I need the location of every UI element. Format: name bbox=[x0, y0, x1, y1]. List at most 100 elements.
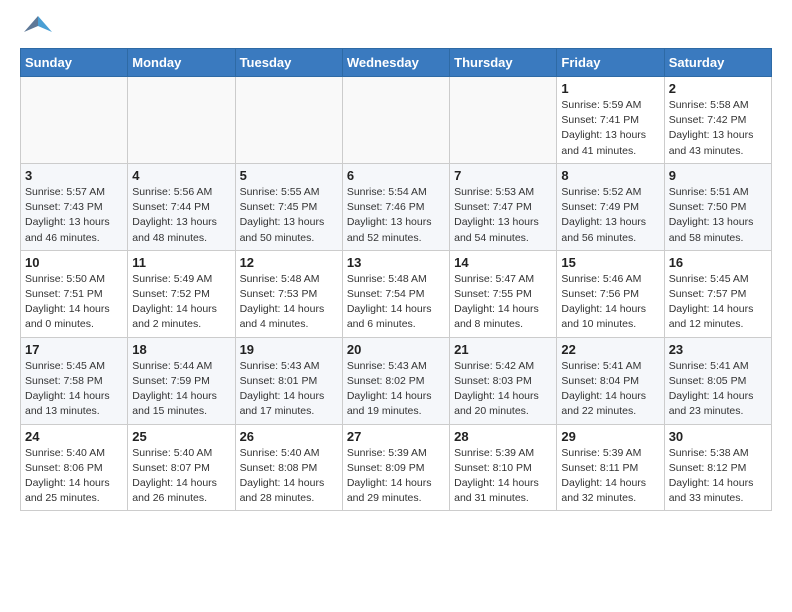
calendar-cell: 28 Sunrise: 5:39 AM Sunset: 8:10 PM Dayli… bbox=[450, 424, 557, 511]
day-number: 12 bbox=[240, 255, 338, 270]
day-number: 5 bbox=[240, 168, 338, 183]
weekday-header-saturday: Saturday bbox=[664, 49, 771, 77]
calendar-table: SundayMondayTuesdayWednesdayThursdayFrid… bbox=[20, 48, 772, 511]
week-row-5: 24 Sunrise: 5:40 AM Sunset: 8:06 PM Dayli… bbox=[21, 424, 772, 511]
day-number: 26 bbox=[240, 429, 338, 444]
logo bbox=[20, 20, 52, 40]
calendar-cell: 13 Sunrise: 5:48 AM Sunset: 7:54 PM Dayli… bbox=[342, 250, 449, 337]
day-number: 21 bbox=[454, 342, 552, 357]
day-number: 25 bbox=[132, 429, 230, 444]
day-number: 11 bbox=[132, 255, 230, 270]
calendar-cell: 10 Sunrise: 5:50 AM Sunset: 7:51 PM Dayli… bbox=[21, 250, 128, 337]
calendar-cell: 9 Sunrise: 5:51 AM Sunset: 7:50 PM Daylig… bbox=[664, 163, 771, 250]
day-number: 18 bbox=[132, 342, 230, 357]
cell-info: Sunrise: 5:44 AM Sunset: 7:59 PM Dayligh… bbox=[132, 359, 230, 420]
day-number: 4 bbox=[132, 168, 230, 183]
cell-info: Sunrise: 5:50 AM Sunset: 7:51 PM Dayligh… bbox=[25, 272, 123, 333]
cell-info: Sunrise: 5:58 AM Sunset: 7:42 PM Dayligh… bbox=[669, 98, 767, 159]
week-row-3: 10 Sunrise: 5:50 AM Sunset: 7:51 PM Dayli… bbox=[21, 250, 772, 337]
day-number: 27 bbox=[347, 429, 445, 444]
weekday-header-wednesday: Wednesday bbox=[342, 49, 449, 77]
calendar-cell: 8 Sunrise: 5:52 AM Sunset: 7:49 PM Daylig… bbox=[557, 163, 664, 250]
calendar-cell: 12 Sunrise: 5:48 AM Sunset: 7:53 PM Dayli… bbox=[235, 250, 342, 337]
calendar-cell: 24 Sunrise: 5:40 AM Sunset: 8:06 PM Dayli… bbox=[21, 424, 128, 511]
cell-info: Sunrise: 5:47 AM Sunset: 7:55 PM Dayligh… bbox=[454, 272, 552, 333]
cell-info: Sunrise: 5:42 AM Sunset: 8:03 PM Dayligh… bbox=[454, 359, 552, 420]
weekday-header-monday: Monday bbox=[128, 49, 235, 77]
cell-info: Sunrise: 5:46 AM Sunset: 7:56 PM Dayligh… bbox=[561, 272, 659, 333]
calendar-cell bbox=[342, 77, 449, 164]
day-number: 3 bbox=[25, 168, 123, 183]
calendar-cell: 15 Sunrise: 5:46 AM Sunset: 7:56 PM Dayli… bbox=[557, 250, 664, 337]
calendar-cell: 18 Sunrise: 5:44 AM Sunset: 7:59 PM Dayli… bbox=[128, 337, 235, 424]
calendar-cell: 23Sunrise: 5:41 AM Sunset: 8:05 PM Dayli… bbox=[664, 337, 771, 424]
calendar-cell: 17 Sunrise: 5:45 AM Sunset: 7:58 PM Dayli… bbox=[21, 337, 128, 424]
cell-info: Sunrise: 5:39 AM Sunset: 8:09 PM Dayligh… bbox=[347, 446, 445, 507]
calendar-cell: 14 Sunrise: 5:47 AM Sunset: 7:55 PM Dayli… bbox=[450, 250, 557, 337]
weekday-header-sunday: Sunday bbox=[21, 49, 128, 77]
day-number: 19 bbox=[240, 342, 338, 357]
calendar-cell: 3 Sunrise: 5:57 AM Sunset: 7:43 PM Daylig… bbox=[21, 163, 128, 250]
cell-info: Sunrise: 5:38 AM Sunset: 8:12 PM Dayligh… bbox=[669, 446, 767, 507]
cell-info: Sunrise: 5:55 AM Sunset: 7:45 PM Dayligh… bbox=[240, 185, 338, 246]
day-number: 16 bbox=[669, 255, 767, 270]
weekday-header-friday: Friday bbox=[557, 49, 664, 77]
day-number: 15 bbox=[561, 255, 659, 270]
day-number: 28 bbox=[454, 429, 552, 444]
cell-info: Sunrise: 5:39 AM Sunset: 8:10 PM Dayligh… bbox=[454, 446, 552, 507]
day-number: 29 bbox=[561, 429, 659, 444]
cell-info: Sunrise: 5:40 AM Sunset: 8:06 PM Dayligh… bbox=[25, 446, 123, 507]
logo-icon bbox=[24, 12, 52, 40]
cell-info: Sunrise: 5:54 AM Sunset: 7:46 PM Dayligh… bbox=[347, 185, 445, 246]
calendar-cell: 29 Sunrise: 5:39 AM Sunset: 8:11 PM Dayli… bbox=[557, 424, 664, 511]
calendar-cell: 22 Sunrise: 5:41 AM Sunset: 8:04 PM Dayli… bbox=[557, 337, 664, 424]
cell-info: Sunrise: 5:39 AM Sunset: 8:11 PM Dayligh… bbox=[561, 446, 659, 507]
calendar-cell bbox=[128, 77, 235, 164]
day-number: 2 bbox=[669, 81, 767, 96]
header bbox=[20, 16, 772, 40]
weekday-header-tuesday: Tuesday bbox=[235, 49, 342, 77]
calendar-cell: 30Sunrise: 5:38 AM Sunset: 8:12 PM Dayli… bbox=[664, 424, 771, 511]
cell-info: Sunrise: 5:52 AM Sunset: 7:49 PM Dayligh… bbox=[561, 185, 659, 246]
calendar-cell: 20 Sunrise: 5:43 AM Sunset: 8:02 PM Dayli… bbox=[342, 337, 449, 424]
cell-info: Sunrise: 5:49 AM Sunset: 7:52 PM Dayligh… bbox=[132, 272, 230, 333]
cell-info: Sunrise: 5:48 AM Sunset: 7:54 PM Dayligh… bbox=[347, 272, 445, 333]
day-number: 14 bbox=[454, 255, 552, 270]
cell-info: Sunrise: 5:43 AM Sunset: 8:01 PM Dayligh… bbox=[240, 359, 338, 420]
cell-info: Sunrise: 5:51 AM Sunset: 7:50 PM Dayligh… bbox=[669, 185, 767, 246]
calendar-cell: 25 Sunrise: 5:40 AM Sunset: 8:07 PM Dayli… bbox=[128, 424, 235, 511]
day-number: 6 bbox=[347, 168, 445, 183]
cell-info: Sunrise: 5:43 AM Sunset: 8:02 PM Dayligh… bbox=[347, 359, 445, 420]
cell-info: Sunrise: 5:53 AM Sunset: 7:47 PM Dayligh… bbox=[454, 185, 552, 246]
calendar-cell: 1Sunrise: 5:59 AM Sunset: 7:41 PM Daylig… bbox=[557, 77, 664, 164]
day-number: 8 bbox=[561, 168, 659, 183]
day-number: 7 bbox=[454, 168, 552, 183]
week-row-1: 1Sunrise: 5:59 AM Sunset: 7:41 PM Daylig… bbox=[21, 77, 772, 164]
week-row-2: 3 Sunrise: 5:57 AM Sunset: 7:43 PM Daylig… bbox=[21, 163, 772, 250]
cell-info: Sunrise: 5:40 AM Sunset: 8:08 PM Dayligh… bbox=[240, 446, 338, 507]
cell-info: Sunrise: 5:57 AM Sunset: 7:43 PM Dayligh… bbox=[25, 185, 123, 246]
calendar-cell: 16Sunrise: 5:45 AM Sunset: 7:57 PM Dayli… bbox=[664, 250, 771, 337]
day-number: 24 bbox=[25, 429, 123, 444]
calendar-cell: 4 Sunrise: 5:56 AM Sunset: 7:44 PM Daylig… bbox=[128, 163, 235, 250]
day-number: 10 bbox=[25, 255, 123, 270]
cell-info: Sunrise: 5:40 AM Sunset: 8:07 PM Dayligh… bbox=[132, 446, 230, 507]
cell-info: Sunrise: 5:45 AM Sunset: 7:58 PM Dayligh… bbox=[25, 359, 123, 420]
cell-info: Sunrise: 5:41 AM Sunset: 8:04 PM Dayligh… bbox=[561, 359, 659, 420]
cell-info: Sunrise: 5:56 AM Sunset: 7:44 PM Dayligh… bbox=[132, 185, 230, 246]
calendar-cell bbox=[235, 77, 342, 164]
day-number: 17 bbox=[25, 342, 123, 357]
calendar-cell: 19 Sunrise: 5:43 AM Sunset: 8:01 PM Dayli… bbox=[235, 337, 342, 424]
calendar-cell: 11 Sunrise: 5:49 AM Sunset: 7:52 PM Dayli… bbox=[128, 250, 235, 337]
weekday-header-thursday: Thursday bbox=[450, 49, 557, 77]
day-number: 9 bbox=[669, 168, 767, 183]
page: SundayMondayTuesdayWednesdayThursdayFrid… bbox=[0, 0, 792, 521]
calendar-cell: 7 Sunrise: 5:53 AM Sunset: 7:47 PM Daylig… bbox=[450, 163, 557, 250]
day-number: 20 bbox=[347, 342, 445, 357]
calendar-cell: 21 Sunrise: 5:42 AM Sunset: 8:03 PM Dayli… bbox=[450, 337, 557, 424]
calendar-cell: 2 Sunrise: 5:58 AM Sunset: 7:42 PM Daylig… bbox=[664, 77, 771, 164]
day-number: 13 bbox=[347, 255, 445, 270]
weekday-header-row: SundayMondayTuesdayWednesdayThursdayFrid… bbox=[21, 49, 772, 77]
cell-info: Sunrise: 5:48 AM Sunset: 7:53 PM Dayligh… bbox=[240, 272, 338, 333]
day-number: 22 bbox=[561, 342, 659, 357]
